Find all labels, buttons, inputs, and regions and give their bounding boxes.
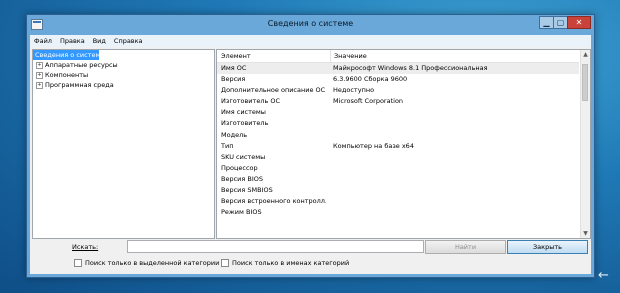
row-key: Версия [221, 75, 246, 84]
menu-view[interactable]: Вид [89, 35, 110, 47]
row-key: Имя ОС [221, 64, 247, 72]
table-row[interactable]: Модель [217, 130, 579, 141]
window-title: Сведения о системе [267, 19, 354, 28]
row-value: 6.3.9600 Сборка 9600 [333, 75, 408, 84]
details-list: Элемент Значение Имя ОС Майкрософт Window… [216, 49, 591, 239]
row-key: Дополнительное описание ОС [221, 86, 326, 95]
scroll-up-icon[interactable]: ▲ [581, 50, 590, 59]
menu-edit[interactable]: Правка [56, 35, 89, 47]
checkbox[interactable] [74, 259, 82, 267]
tree-item-components[interactable]: + Компоненты [33, 70, 214, 80]
row-key: Изготовитель [221, 119, 269, 128]
tree-item-hardware-resources[interactable]: + Аппаратные ресурсы [33, 60, 214, 70]
menu-help[interactable]: Справка [110, 35, 147, 47]
row-value: Недоступно [333, 86, 375, 95]
row-key: Изготовитель ОС [221, 97, 281, 106]
system-info-window: Сведения о системе ▁ ▢ ✕ Файл Правка Вид… [26, 14, 595, 278]
details-rows: Имя ОС Майкрософт Windows 8.1 Профессиона… [217, 63, 579, 218]
table-row[interactable]: Версия SMBIOS [217, 185, 579, 196]
row-key: Процессор [221, 163, 258, 172]
row-value: Microsoft Corporation [333, 97, 404, 106]
column-header-element[interactable]: Элемент [221, 52, 251, 60]
table-row[interactable]: Тип Компьютер на базе x64 [217, 141, 579, 152]
expand-icon[interactable]: + [36, 72, 43, 79]
search-input[interactable] [127, 240, 424, 253]
option-label: Поиск только в именах категорий [232, 259, 350, 267]
row-value: Майкрософт Windows 8.1 Профессиональная [333, 64, 488, 72]
row-key: Режим BIOS [221, 208, 262, 217]
client-area: Сведения о системе + Аппаратные ресурсы +… [30, 47, 591, 274]
table-row[interactable]: Процессор [217, 163, 579, 174]
desktop-arrow-icon[interactable]: ← [598, 269, 612, 283]
minimize-button[interactable]: ▁ [539, 16, 554, 29]
option-category-names[interactable]: Поиск только в именах категорий [221, 259, 349, 267]
table-row[interactable]: Режим BIOS [217, 207, 579, 218]
option-selected-category[interactable]: Поиск только в выделенной категории [74, 259, 219, 267]
table-row[interactable]: Имя ОС Майкрософт Windows 8.1 Профессиона… [217, 63, 579, 75]
row-key: Имя системы [221, 108, 266, 117]
row-key: Версия BIOS [221, 174, 263, 183]
table-row[interactable]: Изготовитель [217, 118, 579, 129]
scroll-thumb[interactable] [582, 64, 588, 101]
category-tree: Сведения о системе + Аппаратные ресурсы +… [32, 49, 215, 239]
checkbox[interactable] [221, 259, 229, 267]
tree-item-label: Аппаратные ресурсы [45, 61, 118, 69]
table-row[interactable]: SKU системы [217, 152, 579, 163]
vertical-scrollbar[interactable]: ▲ ▼ [580, 50, 590, 238]
search-label: Искать: [72, 243, 99, 251]
expand-icon[interactable]: + [36, 62, 43, 69]
tree-item-label: Компоненты [45, 71, 89, 79]
table-row[interactable]: Версия встроенного контролл... [217, 196, 579, 207]
column-header-value[interactable]: Значение [330, 50, 367, 62]
close-window-button[interactable]: ✕ [567, 16, 591, 29]
row-key: Модель [221, 130, 248, 139]
row-key: Тип [221, 141, 234, 150]
table-row[interactable]: Изготовитель ОС Microsoft Corporation [217, 96, 579, 107]
menu-file[interactable]: Файл [30, 35, 56, 47]
table-row[interactable]: Версия BIOS [217, 174, 579, 185]
menu-bar: Файл Правка Вид Справка [30, 35, 591, 47]
table-row[interactable]: Версия 6.3.9600 Сборка 9600 [217, 74, 579, 85]
row-key: SKU системы [221, 152, 266, 161]
list-header: Элемент Значение [217, 50, 579, 63]
table-row[interactable]: Дополнительное описание ОС Недоступно [217, 85, 579, 96]
find-button[interactable]: Найти [425, 240, 506, 254]
title-bar[interactable]: Сведения о системе ▁ ▢ ✕ [27, 15, 594, 35]
window-controls: ▁ ▢ ✕ [539, 16, 591, 29]
maximize-button[interactable]: ▢ [553, 16, 568, 29]
row-key: Версия SMBIOS [221, 186, 273, 195]
close-button[interactable]: Закрыть [507, 240, 588, 254]
expand-icon[interactable]: + [36, 82, 43, 89]
table-row[interactable]: Имя системы [217, 107, 579, 118]
tree-item-label: Программная среда [45, 81, 114, 89]
tree-item-system-summary[interactable]: Сведения о системе [33, 50, 104, 60]
scroll-down-icon[interactable]: ▼ [581, 229, 590, 238]
tree-item-software-environment[interactable]: + Программная среда [33, 80, 214, 90]
row-value: Компьютер на базе x64 [333, 141, 414, 150]
row-key: Версия встроенного контролл... [221, 197, 326, 206]
option-label: Поиск только в выделенной категории [85, 259, 220, 267]
